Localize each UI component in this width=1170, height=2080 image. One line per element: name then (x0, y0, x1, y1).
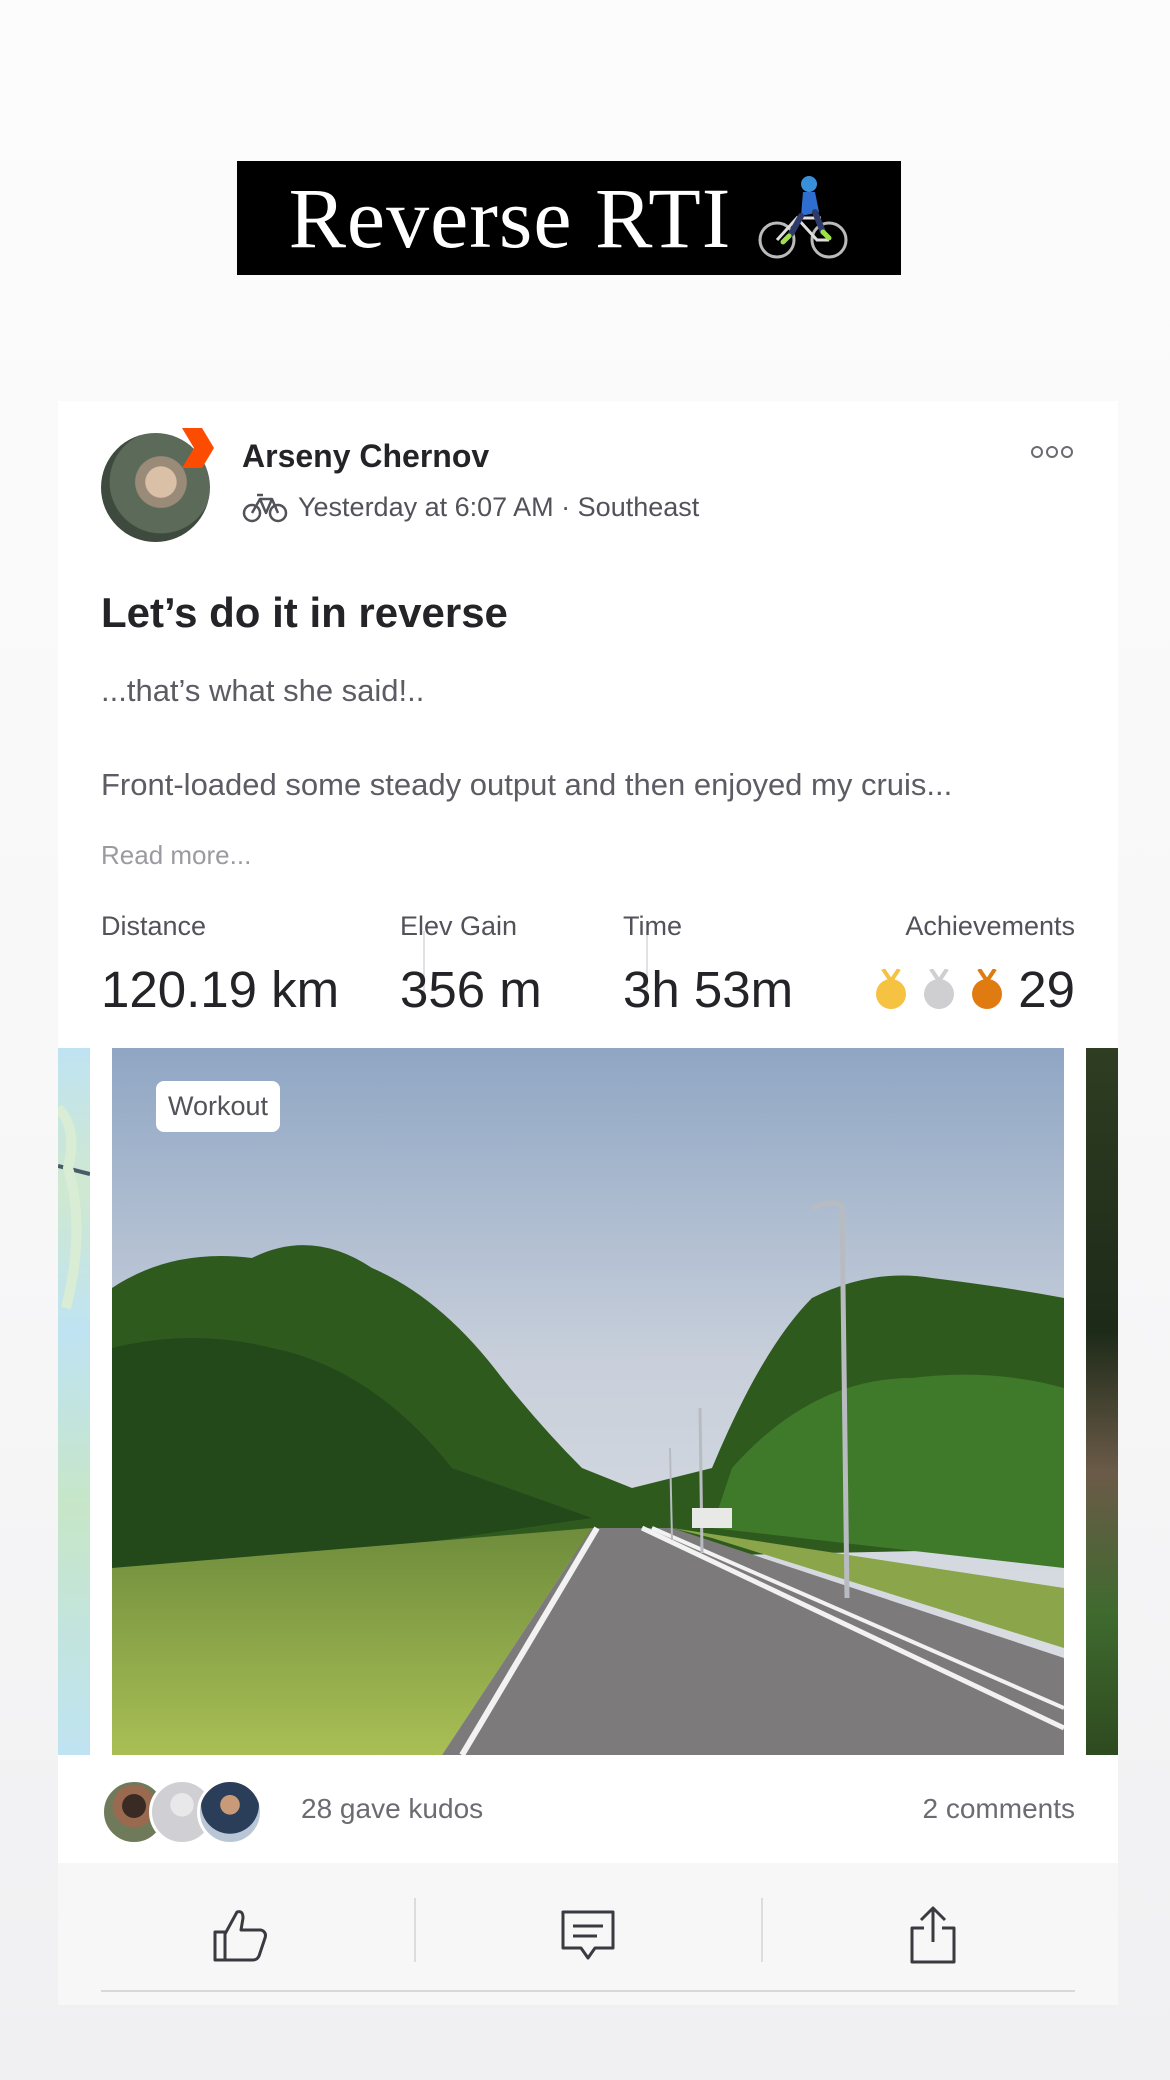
bike-icon (242, 493, 288, 523)
kudos-avatar (197, 1779, 263, 1845)
kudos-count[interactable]: 28 gave kudos (301, 1793, 483, 1825)
stat-label: Distance (101, 911, 207, 941)
story-banner: Reverse RTI (237, 161, 901, 275)
subscriber-badge-icon (182, 428, 214, 468)
gold-medal-icon (876, 968, 907, 1009)
stat-time: Time 3h 53m (623, 911, 793, 1019)
bronze-medal-icon (972, 968, 1003, 1009)
more-options-icon[interactable] (1030, 444, 1074, 460)
action-divider (414, 1898, 416, 1962)
activity-description-continued: Front-loaded some steady output and then… (101, 767, 953, 802)
action-bar (58, 1863, 1118, 2005)
comment-icon (561, 1910, 615, 1960)
stat-value: 120.19 km (101, 961, 340, 1018)
activity-meta-text: Yesterday at 6:07 AM · Southeast (298, 491, 700, 522)
stat-label: Time (623, 911, 682, 941)
share-icon (910, 1906, 956, 1964)
share-button[interactable] (893, 1895, 973, 1975)
stat-distance: Distance 120.19 km (101, 911, 339, 1019)
read-more-link[interactable]: Read more... (101, 840, 251, 871)
stat-label: Elev Gain (400, 911, 518, 941)
cyclist-emoji-icon (758, 176, 848, 259)
comments-count[interactable]: 2 comments (923, 1793, 1076, 1825)
stat-value: 3h 53m (623, 961, 794, 1018)
comment-button[interactable] (548, 1895, 628, 1975)
activity-description: ...that’s what she said!.. (101, 673, 425, 708)
achievements-count: 29 (1018, 961, 1075, 1018)
route-map-thumbnail[interactable] (58, 1048, 91, 1755)
thumbs-up-icon (213, 1910, 267, 1962)
achievements-row: 29 (874, 960, 1075, 1019)
athlete-name[interactable]: Arseny Chernov (242, 438, 489, 475)
activity-title[interactable]: Let’s do it in reverse (101, 589, 508, 637)
banner-title: Reverse RTI (288, 170, 732, 266)
next-photo-thumbnail[interactable] (1086, 1048, 1118, 1755)
activity-stats: Distance 120.19 km Elev Gain 356 m Time … (101, 911, 1075, 1021)
silver-medal-icon (924, 968, 955, 1009)
stat-label: Achievements (905, 911, 1075, 941)
activity-meta: Yesterday at 6:07 AM · Southeast (242, 491, 699, 523)
stat-achievements: Achievements 29 (874, 911, 1075, 1019)
kudos-button[interactable] (200, 1895, 280, 1975)
stat-elev-gain: Elev Gain 356 m (400, 911, 542, 1019)
activity-card: Arseny Chernov Yesterday at 6:07 AM · So… (58, 401, 1118, 2005)
activity-photo[interactable] (112, 1048, 1064, 1755)
workout-tag: Workout (156, 1081, 281, 1132)
stat-value: 356 m (400, 961, 542, 1018)
kudos-row[interactable]: 28 gave kudos 2 comments (101, 1779, 1075, 1845)
divider (101, 1990, 1075, 1992)
action-divider (761, 1898, 763, 1962)
media-carousel[interactable]: Workout (58, 1048, 1118, 1755)
